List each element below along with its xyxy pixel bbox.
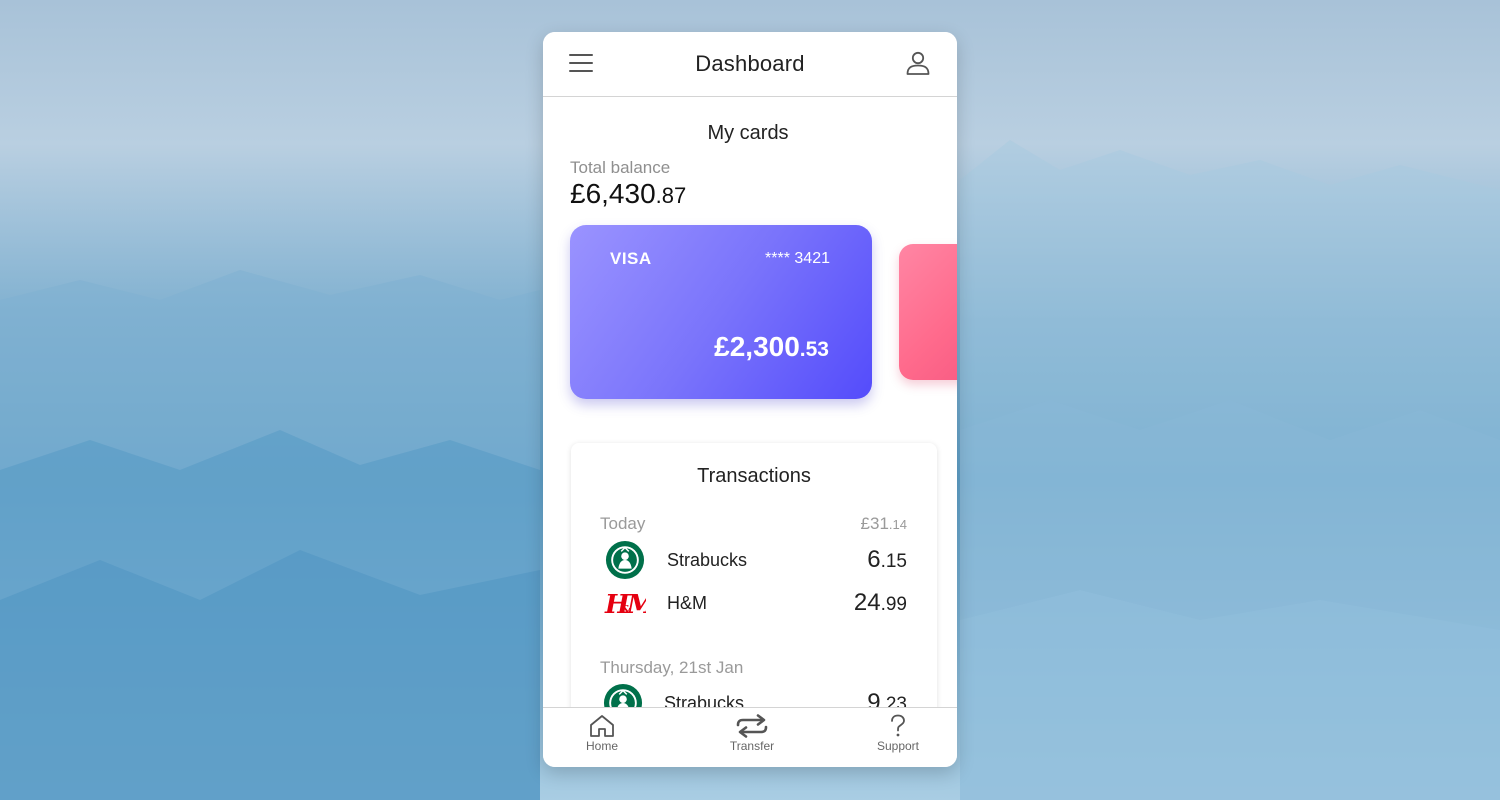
- day-total-main: £31: [860, 514, 889, 533]
- merchant-name: H&M: [667, 593, 707, 613]
- amount-fraction: .15: [880, 551, 907, 572]
- transactions-heading: Transactions: [697, 465, 811, 487]
- starbucks-logo-icon: [605, 540, 645, 580]
- card-number: **** 3421: [765, 250, 830, 267]
- user-profile-icon[interactable]: [905, 50, 931, 76]
- nav-transfer-label: Transfer: [729, 739, 775, 753]
- transaction-row[interactable]: H & M H&M 24.99: [571, 583, 937, 623]
- top-bar: Dashboard: [543, 32, 957, 97]
- total-balance-label: Total balance: [570, 158, 671, 177]
- transaction-date-group: Thursday, 21st Jan: [600, 658, 744, 677]
- amount-fraction: .99: [880, 594, 907, 615]
- total-balance-main: £6,430: [570, 178, 656, 209]
- visa-card[interactable]: VISA **** 3421 £2,300.53: [570, 225, 872, 399]
- bottom-navigation: Home Transfer Support: [543, 707, 957, 767]
- nav-home[interactable]: Home: [557, 714, 647, 764]
- question-mark-icon: [891, 714, 905, 737]
- home-icon: [590, 715, 614, 737]
- svg-text:M: M: [626, 590, 646, 620]
- amount-main: 6: [867, 546, 881, 573]
- amount-main: 24: [853, 589, 881, 616]
- day-total-fraction: .14: [888, 517, 907, 532]
- nav-support-label: Support: [876, 739, 920, 753]
- page-title: Dashboard: [695, 51, 805, 76]
- merchant-name: Strabucks: [667, 550, 748, 570]
- my-cards-heading: My cards: [707, 122, 789, 144]
- card-balance-main: £2,300: [714, 331, 800, 362]
- transaction-amount: 24.99: [854, 589, 907, 617]
- next-card-preview[interactable]: [899, 244, 957, 380]
- transfer-icon: [736, 714, 768, 738]
- total-balance-amount: £6,430.87: [570, 178, 686, 210]
- transaction-row[interactable]: Strabucks 6.15: [571, 540, 937, 580]
- nav-transfer[interactable]: Transfer: [707, 714, 797, 764]
- card-balance: £2,300.53: [714, 331, 829, 363]
- transaction-amount: 6.15: [867, 546, 907, 574]
- nav-home-label: Home: [585, 739, 618, 753]
- hm-logo-icon: H & M: [604, 590, 646, 620]
- transaction-date-group: Today: [600, 514, 646, 533]
- nav-support[interactable]: Support: [853, 714, 943, 764]
- transaction-day-total: £31.14: [861, 514, 907, 534]
- card-balance-fraction: .53: [799, 338, 829, 361]
- card-brand: VISA: [610, 249, 652, 268]
- mobile-app-window: Dashboard My cards Total balance £6,430.…: [543, 32, 957, 767]
- total-balance-fraction: .87: [655, 183, 687, 208]
